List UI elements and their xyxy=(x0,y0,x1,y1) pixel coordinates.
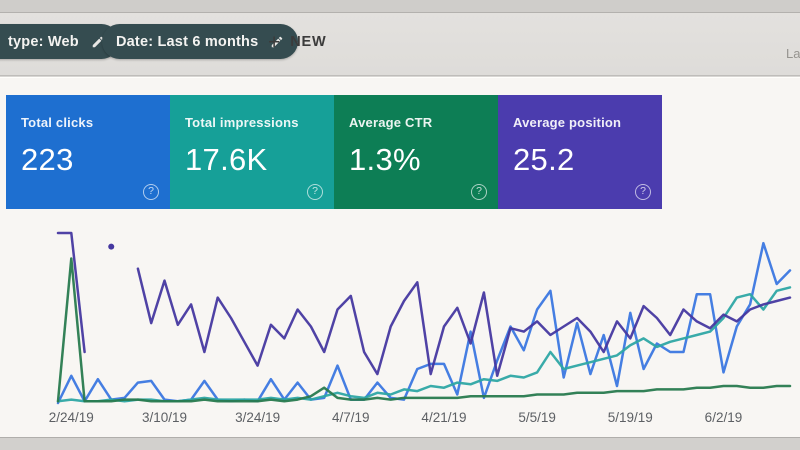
help-icon[interactable]: ? xyxy=(143,184,159,200)
new-filter-button[interactable]: + NEW xyxy=(268,26,327,58)
metric-card-average-ctr[interactable]: Average CTR 1.3% ? xyxy=(334,95,498,209)
help-icon[interactable]: ? xyxy=(635,184,651,200)
metric-card-label: Average CTR xyxy=(349,115,498,130)
metric-card-label: Total clicks xyxy=(21,115,170,130)
help-icon[interactable]: ? xyxy=(471,184,487,200)
plus-icon: + xyxy=(268,32,280,53)
metric-card-value: 223 xyxy=(21,142,170,178)
header-filter-bar: type: Web Date: Last 6 months + NEW La xyxy=(0,0,800,76)
filter-chip-search-type-label: type: Web xyxy=(8,34,79,50)
metric-card-label: Total impressions xyxy=(185,115,334,130)
page-bottom-strip xyxy=(0,437,800,450)
filter-chip-date-label: Date: Last 6 months xyxy=(116,34,258,50)
metric-card-average-position[interactable]: Average position 25.2 ? xyxy=(498,95,662,209)
metric-card-value: 17.6K xyxy=(185,142,334,178)
metric-card-label: Average position xyxy=(513,115,662,130)
performance-panel: Total clicks 223 ? Total impressions 17.… xyxy=(0,77,800,437)
metric-cards-row: Total clicks 223 ? Total impressions 17.… xyxy=(6,95,662,209)
help-icon[interactable]: ? xyxy=(307,184,323,200)
filter-chip-search-type[interactable]: type: Web xyxy=(0,24,119,59)
metric-card-value: 1.3% xyxy=(349,142,498,178)
metric-card-total-impressions[interactable]: Total impressions 17.6K ? xyxy=(170,95,334,209)
metric-card-value: 25.2 xyxy=(513,142,662,178)
last-updated-text-clipped: La xyxy=(786,46,800,61)
new-filter-button-label: NEW xyxy=(290,34,326,50)
metric-card-total-clicks[interactable]: Total clicks 223 ? xyxy=(6,95,170,209)
